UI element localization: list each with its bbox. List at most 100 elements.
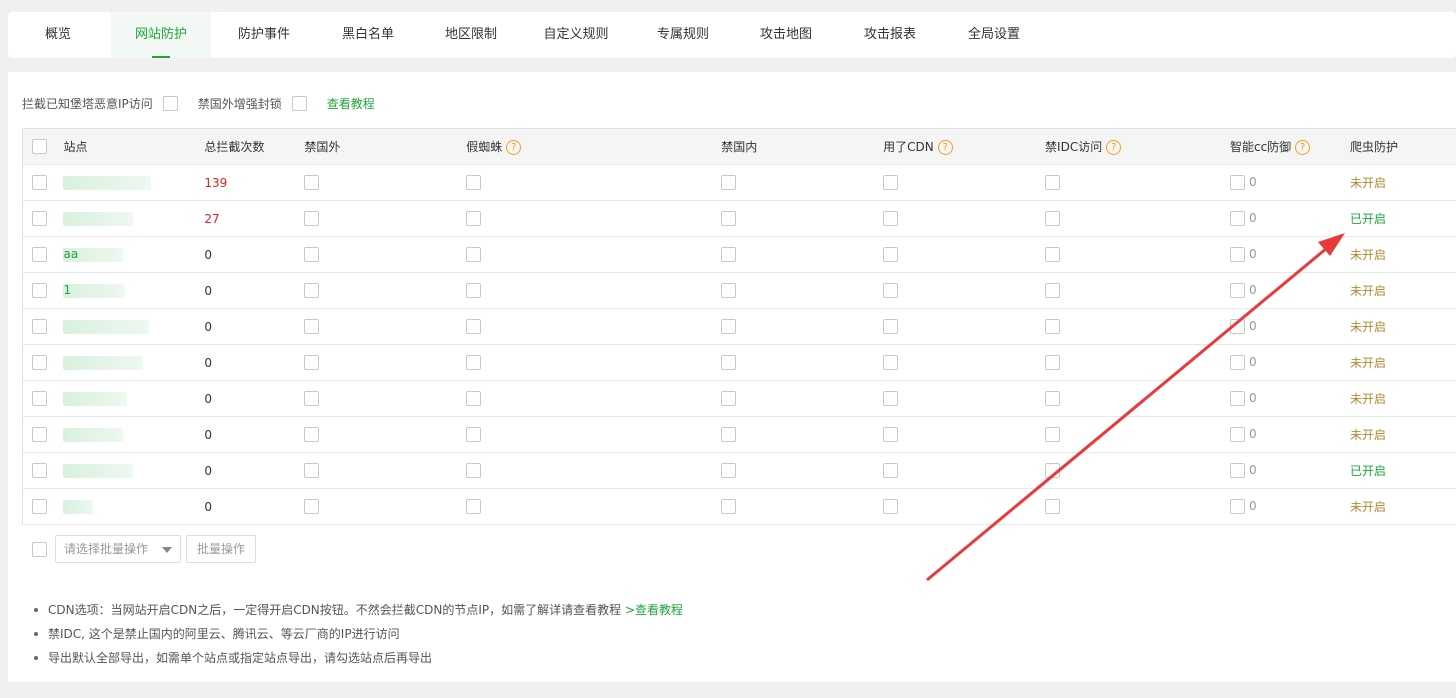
ban-foreign-checkbox[interactable]: [304, 391, 320, 406]
tab-site-protection[interactable]: 网站防护: [111, 12, 211, 58]
site-cell[interactable]: [54, 416, 205, 453]
crawler-status[interactable]: 未开启: [1349, 488, 1456, 525]
cdn-checkbox[interactable]: [883, 247, 899, 262]
ban-idc-checkbox[interactable]: [1045, 427, 1061, 442]
fake-spider-checkbox[interactable]: [466, 175, 482, 190]
ban-idc-checkbox[interactable]: [1045, 355, 1061, 370]
smart-cc-checkbox[interactable]: [1229, 355, 1245, 370]
fake-spider-checkbox[interactable]: [466, 391, 482, 406]
cdn-checkbox[interactable]: [883, 211, 899, 226]
ban-idc-checkbox[interactable]: [1045, 463, 1061, 478]
site-cell[interactable]: [54, 452, 205, 489]
cdn-checkbox[interactable]: [883, 391, 899, 406]
site-cell[interactable]: [54, 164, 205, 201]
crawler-status[interactable]: 未开启: [1349, 308, 1456, 345]
block-bastion-checkbox[interactable]: [162, 95, 178, 111]
row-checkbox[interactable]: [32, 211, 47, 226]
row-checkbox[interactable]: [32, 283, 47, 298]
crawler-status[interactable]: 已开启: [1349, 452, 1456, 489]
help-icon[interactable]: ?: [937, 140, 953, 155]
ban-domestic-checkbox[interactable]: [721, 391, 737, 406]
ban-domestic-checkbox[interactable]: [721, 175, 737, 190]
row-checkbox[interactable]: [32, 355, 47, 370]
tab-attack-report[interactable]: 攻击报表: [862, 12, 918, 58]
bulk-action-select[interactable]: 请选择批量操作: [55, 535, 181, 563]
row-checkbox[interactable]: [32, 427, 47, 442]
tab-protection-events[interactable]: 防护事件: [236, 12, 292, 58]
crawler-status[interactable]: 未开启: [1349, 272, 1456, 309]
tab-black-white-list[interactable]: 黑白名单: [340, 12, 396, 58]
fake-spider-checkbox[interactable]: [466, 427, 482, 442]
bulk-action-button[interactable]: 批量操作: [186, 535, 257, 563]
site-cell[interactable]: [54, 200, 205, 237]
smart-cc-checkbox[interactable]: [1229, 247, 1245, 262]
tab-overview[interactable]: 概览: [30, 12, 86, 58]
cdn-checkbox[interactable]: [883, 427, 899, 442]
help-icon[interactable]: ?: [506, 140, 522, 155]
fake-spider-checkbox[interactable]: [466, 319, 482, 334]
ban-domestic-checkbox[interactable]: [721, 319, 737, 334]
ban-foreign-checkbox[interactable]: [304, 211, 320, 226]
fake-spider-checkbox[interactable]: [466, 283, 482, 298]
site-cell[interactable]: [54, 308, 205, 345]
row-checkbox[interactable]: [32, 247, 47, 262]
ban-idc-checkbox[interactable]: [1045, 283, 1061, 298]
select-all-checkbox[interactable]: [32, 139, 47, 154]
site-name[interactable]: 1: [63, 283, 71, 297]
ban-idc-checkbox[interactable]: [1045, 391, 1061, 406]
ban-idc-checkbox[interactable]: [1045, 211, 1061, 226]
smart-cc-checkbox[interactable]: [1229, 211, 1245, 226]
ban-domestic-checkbox[interactable]: [721, 463, 737, 478]
cdn-checkbox[interactable]: [883, 355, 899, 370]
smart-cc-checkbox[interactable]: [1229, 427, 1245, 442]
ban-foreign-checkbox[interactable]: [304, 247, 320, 262]
crawler-status[interactable]: 未开启: [1349, 236, 1456, 273]
ban-foreign-checkbox[interactable]: [304, 175, 320, 190]
ban-idc-checkbox[interactable]: [1045, 175, 1061, 190]
fake-spider-checkbox[interactable]: [466, 499, 482, 514]
fake-spider-checkbox[interactable]: [466, 247, 482, 262]
note-tutorial-link[interactable]: >查看教程: [625, 603, 683, 617]
smart-cc-checkbox[interactable]: [1229, 175, 1245, 190]
site-cell[interactable]: 1: [54, 272, 205, 309]
site-cell[interactable]: [54, 380, 205, 417]
ban-idc-checkbox[interactable]: [1045, 499, 1061, 514]
ban-foreign-checkbox[interactable]: [304, 427, 320, 442]
smart-cc-checkbox[interactable]: [1229, 391, 1245, 406]
row-checkbox[interactable]: [32, 175, 47, 190]
smart-cc-checkbox[interactable]: [1229, 463, 1245, 478]
site-cell[interactable]: [54, 488, 205, 525]
row-checkbox[interactable]: [32, 463, 47, 478]
foreign-lock-checkbox[interactable]: [291, 95, 307, 111]
ban-domestic-checkbox[interactable]: [721, 499, 737, 514]
crawler-status[interactable]: 已开启: [1349, 200, 1456, 237]
fake-spider-checkbox[interactable]: [466, 355, 482, 370]
site-cell[interactable]: [54, 344, 205, 381]
cdn-checkbox[interactable]: [883, 283, 899, 298]
tab-attack-map[interactable]: 攻击地图: [758, 12, 814, 58]
ban-foreign-checkbox[interactable]: [304, 319, 320, 334]
ban-domestic-checkbox[interactable]: [721, 247, 737, 262]
cdn-checkbox[interactable]: [883, 499, 899, 514]
fake-spider-checkbox[interactable]: [466, 211, 482, 226]
smart-cc-checkbox[interactable]: [1229, 499, 1245, 514]
cdn-checkbox[interactable]: [883, 319, 899, 334]
cdn-checkbox[interactable]: [883, 175, 899, 190]
smart-cc-checkbox[interactable]: [1229, 319, 1245, 334]
ban-idc-checkbox[interactable]: [1045, 247, 1061, 262]
crawler-status[interactable]: 未开启: [1349, 164, 1456, 201]
tutorial-link[interactable]: 查看教程: [327, 95, 375, 112]
tab-exclusive-rules[interactable]: 专属规则: [655, 12, 711, 58]
help-icon[interactable]: ?: [1295, 140, 1311, 155]
ban-foreign-checkbox[interactable]: [304, 283, 320, 298]
row-checkbox[interactable]: [32, 391, 47, 406]
ban-foreign-checkbox[interactable]: [304, 499, 320, 514]
col-total-blocks[interactable]: 总拦截次数: [204, 128, 305, 165]
ban-idc-checkbox[interactable]: [1045, 319, 1061, 334]
ban-domestic-checkbox[interactable]: [721, 283, 737, 298]
ban-domestic-checkbox[interactable]: [721, 211, 737, 226]
crawler-status[interactable]: 未开启: [1349, 344, 1456, 381]
tab-global-settings[interactable]: 全局设置: [966, 12, 1022, 58]
tab-custom-rules[interactable]: 自定义规则: [541, 12, 611, 58]
ban-foreign-checkbox[interactable]: [304, 463, 320, 478]
